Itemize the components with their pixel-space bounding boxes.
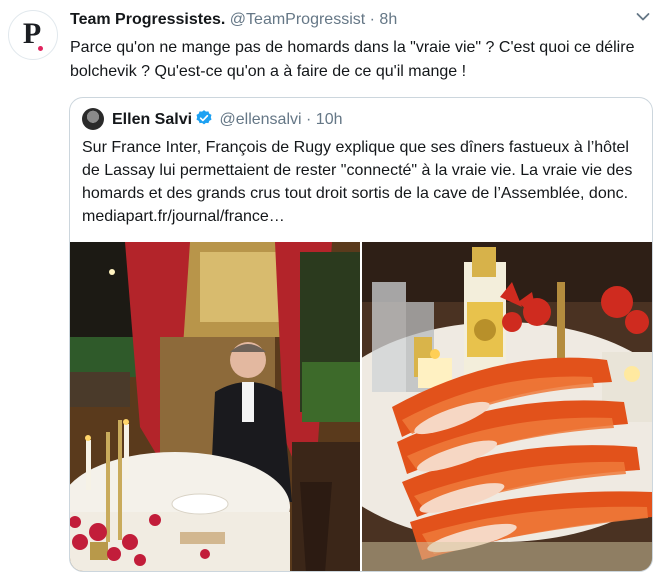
quoted-author-name[interactable]: Ellen Salvi [112,111,192,128]
author-name[interactable]: Team Progressistes. [70,11,225,28]
quoted-separator-dot: · [306,111,312,128]
quoted-author-handle[interactable]: @ellensalvi [220,111,302,128]
tweet-timestamp[interactable]: 8h [379,11,397,28]
quoted-tweet-text: Sur France Inter, François de Rugy expli… [82,139,633,225]
verified-badge-icon [196,110,212,125]
tweet-header: Team Progressistes. @TeamProgressist · 8… [70,11,397,29]
author-handle[interactable]: @TeamProgressist [230,11,365,28]
author-avatar[interactable]: P [8,10,58,60]
chevron-down-icon[interactable] [636,12,650,22]
tweet-text: Parce qu'on ne mange pas de homards dans… [70,39,635,80]
quoted-author-avatar[interactable] [82,108,104,130]
dinner-photo-man-at-table[interactable] [70,242,360,571]
quoted-tweet-header: Ellen Salvi @ellensalvi · 10h [112,109,343,129]
separator-dot: · [369,11,375,28]
avatar-logo-dot [38,46,43,51]
quoted-tweet-timestamp[interactable]: 10h [316,111,343,128]
quoted-tweet[interactable]: Ellen Salvi @ellensalvi · 10h Sur France… [69,97,653,572]
dinner-photo-lobsters[interactable] [362,242,652,571]
